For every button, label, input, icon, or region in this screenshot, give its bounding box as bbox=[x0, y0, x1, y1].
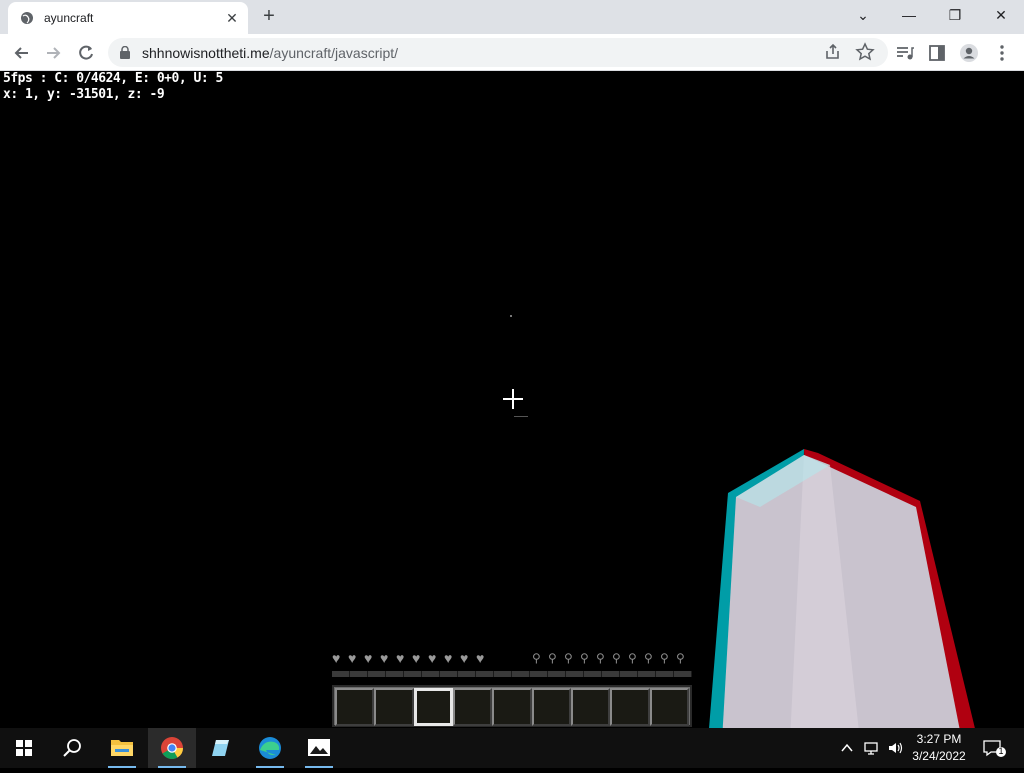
search-icon[interactable] bbox=[48, 728, 96, 768]
drumstick-icon: ⚲ bbox=[644, 651, 653, 665]
heart-icon: ♥ bbox=[332, 650, 341, 666]
close-window-button[interactable]: ✕ bbox=[978, 0, 1024, 34]
volume-icon[interactable] bbox=[886, 739, 904, 757]
hotbar-slot-3[interactable] bbox=[413, 688, 454, 726]
hotbar-slot-8[interactable] bbox=[610, 688, 650, 726]
debug-coordinates: x: 1, y: -31501, z: -9 bbox=[3, 87, 165, 102]
hunger-bar: ⚲ ⚲ ⚲ ⚲ ⚲ ⚲ ⚲ ⚲ ⚲ ⚲ bbox=[532, 651, 692, 665]
side-panel-icon[interactable] bbox=[926, 42, 948, 64]
crosshair-vertical bbox=[512, 389, 514, 409]
debug-stats: 5fps : C: 0/4624, E: 0+0, U: 5 bbox=[3, 71, 223, 86]
profile-icon[interactable] bbox=[958, 42, 980, 64]
notification-center-icon[interactable]: 1 bbox=[982, 739, 1008, 757]
photos-icon[interactable] bbox=[295, 728, 343, 768]
close-tab-icon[interactable]: ✕ bbox=[224, 10, 240, 26]
heart-icon: ♥ bbox=[444, 650, 453, 666]
hotbar-slot-7[interactable] bbox=[571, 688, 611, 726]
back-icon[interactable] bbox=[11, 42, 33, 64]
drumstick-icon: ⚲ bbox=[660, 651, 669, 665]
heart-icon: ♥ bbox=[460, 650, 469, 666]
game-viewport[interactable]: 5fps : C: 0/4624, E: 0+0, U: 5 x: 1, y: … bbox=[0, 71, 1024, 728]
restore-button[interactable]: ❐ bbox=[932, 0, 978, 34]
heart-icon: ♥ bbox=[476, 650, 485, 666]
heart-icon: ♥ bbox=[412, 650, 421, 666]
heart-icon: ♥ bbox=[428, 650, 437, 666]
drumstick-icon: ⚲ bbox=[548, 651, 557, 665]
tab-strip: ayuncraft ✕ + ⌄ — ❐ ✕ bbox=[0, 0, 1024, 34]
network-icon[interactable] bbox=[862, 739, 880, 757]
heart-icon: ♥ bbox=[380, 650, 389, 666]
hotbar-slot-4[interactable] bbox=[453, 688, 493, 726]
heart-icon: ♥ bbox=[396, 650, 405, 666]
drumstick-icon: ⚲ bbox=[612, 651, 621, 665]
file-explorer-icon[interactable] bbox=[98, 728, 146, 768]
hotbar bbox=[332, 685, 692, 727]
drumstick-icon: ⚲ bbox=[628, 651, 637, 665]
minimize-button[interactable]: — bbox=[886, 0, 932, 34]
hotbar-slot-5[interactable] bbox=[492, 688, 532, 726]
drumstick-icon: ⚲ bbox=[532, 651, 541, 665]
menu-icon[interactable] bbox=[991, 42, 1013, 64]
experience-bar bbox=[332, 671, 692, 677]
chevron-up-icon[interactable] bbox=[838, 739, 856, 757]
tab-search-icon[interactable]: ⌄ bbox=[840, 0, 886, 34]
globe-icon bbox=[21, 12, 33, 24]
url-text[interactable]: shhnowisnottheti.me/ayuncraft/javascript… bbox=[142, 45, 398, 61]
address-bar[interactable]: shhnowisnottheti.me/ayuncraft/javascript… bbox=[108, 38, 888, 67]
bookmark-star-icon[interactable] bbox=[854, 41, 876, 63]
share-icon[interactable] bbox=[822, 41, 844, 63]
drumstick-icon: ⚲ bbox=[564, 651, 573, 665]
heart-icon: ♥ bbox=[364, 650, 373, 666]
crosshair-shadow bbox=[514, 416, 528, 417]
clock-time[interactable]: 3:27 PM bbox=[912, 732, 966, 746]
drumstick-icon: ⚲ bbox=[580, 651, 589, 665]
url-host: shhnowisnottheti.me bbox=[142, 45, 270, 61]
hotbar-slot-1[interactable] bbox=[335, 688, 375, 726]
media-icon[interactable] bbox=[894, 42, 916, 64]
hotbar-slot-2[interactable] bbox=[374, 688, 414, 726]
lock-icon[interactable] bbox=[119, 46, 131, 59]
app-icon[interactable] bbox=[196, 728, 244, 768]
forward-icon[interactable] bbox=[42, 42, 64, 64]
drumstick-icon: ⚲ bbox=[676, 651, 685, 665]
drumstick-icon: ⚲ bbox=[596, 651, 605, 665]
edge-icon[interactable] bbox=[246, 728, 294, 768]
notification-count: 1 bbox=[998, 746, 1004, 756]
url-path: /ayuncraft/javascript/ bbox=[269, 45, 399, 61]
chrome-icon[interactable] bbox=[148, 728, 196, 768]
taskbar: 3:27 PM 3/24/2022 1 bbox=[0, 728, 1024, 768]
hotbar-slot-9[interactable] bbox=[649, 688, 689, 726]
health-bar: ♥ ♥ ♥ ♥ ♥ ♥ ♥ ♥ ♥ ♥ bbox=[332, 651, 492, 665]
player-hand bbox=[709, 449, 975, 728]
clock-date[interactable]: 3/24/2022 bbox=[908, 749, 970, 763]
new-tab-button[interactable]: + bbox=[258, 6, 280, 28]
heart-icon: ♥ bbox=[348, 650, 357, 666]
sky-dot bbox=[510, 315, 512, 317]
reload-icon[interactable] bbox=[75, 42, 97, 64]
tab-title: ayuncraft bbox=[44, 11, 94, 25]
browser-tab[interactable]: ayuncraft ✕ bbox=[8, 2, 248, 34]
hotbar-slot-6[interactable] bbox=[531, 688, 571, 726]
browser-toolbar: shhnowisnottheti.me/ayuncraft/javascript… bbox=[0, 34, 1024, 71]
start-icon[interactable] bbox=[0, 728, 48, 768]
